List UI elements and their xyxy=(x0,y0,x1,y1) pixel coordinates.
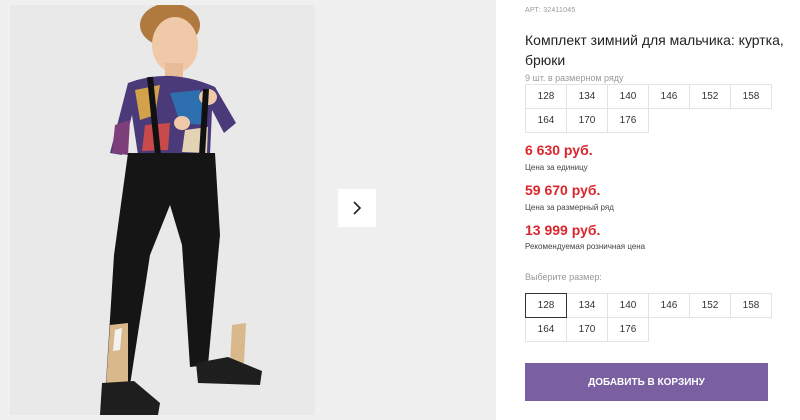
size-row-cell: 158 xyxy=(730,84,772,109)
size-option-128[interactable]: 128 xyxy=(525,293,567,318)
size-row-price-label: Цена за размерный ряд xyxy=(525,203,614,212)
retail-price: 13 999 руб. xyxy=(525,222,601,238)
size-row-caption: 9 шт. в размерном ряду xyxy=(525,73,624,83)
size-row-cell: 170 xyxy=(566,108,608,133)
size-option-134[interactable]: 134 xyxy=(566,293,608,318)
size-option-152[interactable]: 152 xyxy=(689,293,731,318)
retail-price-label: Рекомендуемая розничная цена xyxy=(525,242,646,251)
product-gallery xyxy=(0,0,496,420)
size-row-cell: 152 xyxy=(689,84,731,109)
size-option-146[interactable]: 146 xyxy=(648,293,690,318)
chevron-right-icon xyxy=(353,201,362,215)
size-selector: 128 134 140 146 152 158 164 170 176 xyxy=(525,293,772,342)
size-row-cell: 164 xyxy=(525,108,567,133)
size-row-grid: 128 134 140 146 152 158 164 170 176 xyxy=(525,84,772,133)
product-sku: АРТ: 32411045 xyxy=(525,7,576,14)
product-photo-illustration xyxy=(10,5,315,415)
product-photo[interactable] xyxy=(10,5,315,415)
size-select-caption: Выберите размер: xyxy=(525,272,602,282)
size-row-price: 59 670 руб. xyxy=(525,182,601,198)
size-option-158[interactable]: 158 xyxy=(730,293,772,318)
gallery-next-button[interactable] xyxy=(338,189,376,227)
size-row-cell: 134 xyxy=(566,84,608,109)
product-title: Комплект зимний для мальчика: куртка, бр… xyxy=(525,32,784,68)
size-option-170[interactable]: 170 xyxy=(566,317,608,342)
size-row-cell: 140 xyxy=(607,84,649,109)
size-row-cell: 176 xyxy=(607,108,649,133)
size-row-cell: 128 xyxy=(525,84,567,109)
unit-price: 6 630 руб. xyxy=(525,142,593,158)
size-option-140[interactable]: 140 xyxy=(607,293,649,318)
size-option-176[interactable]: 176 xyxy=(607,317,649,342)
size-row-cell: 146 xyxy=(648,84,690,109)
unit-price-label: Цена за единицу xyxy=(525,163,588,172)
size-option-164[interactable]: 164 xyxy=(525,317,567,342)
add-to-cart-button[interactable]: Добавить в корзину xyxy=(525,363,768,401)
